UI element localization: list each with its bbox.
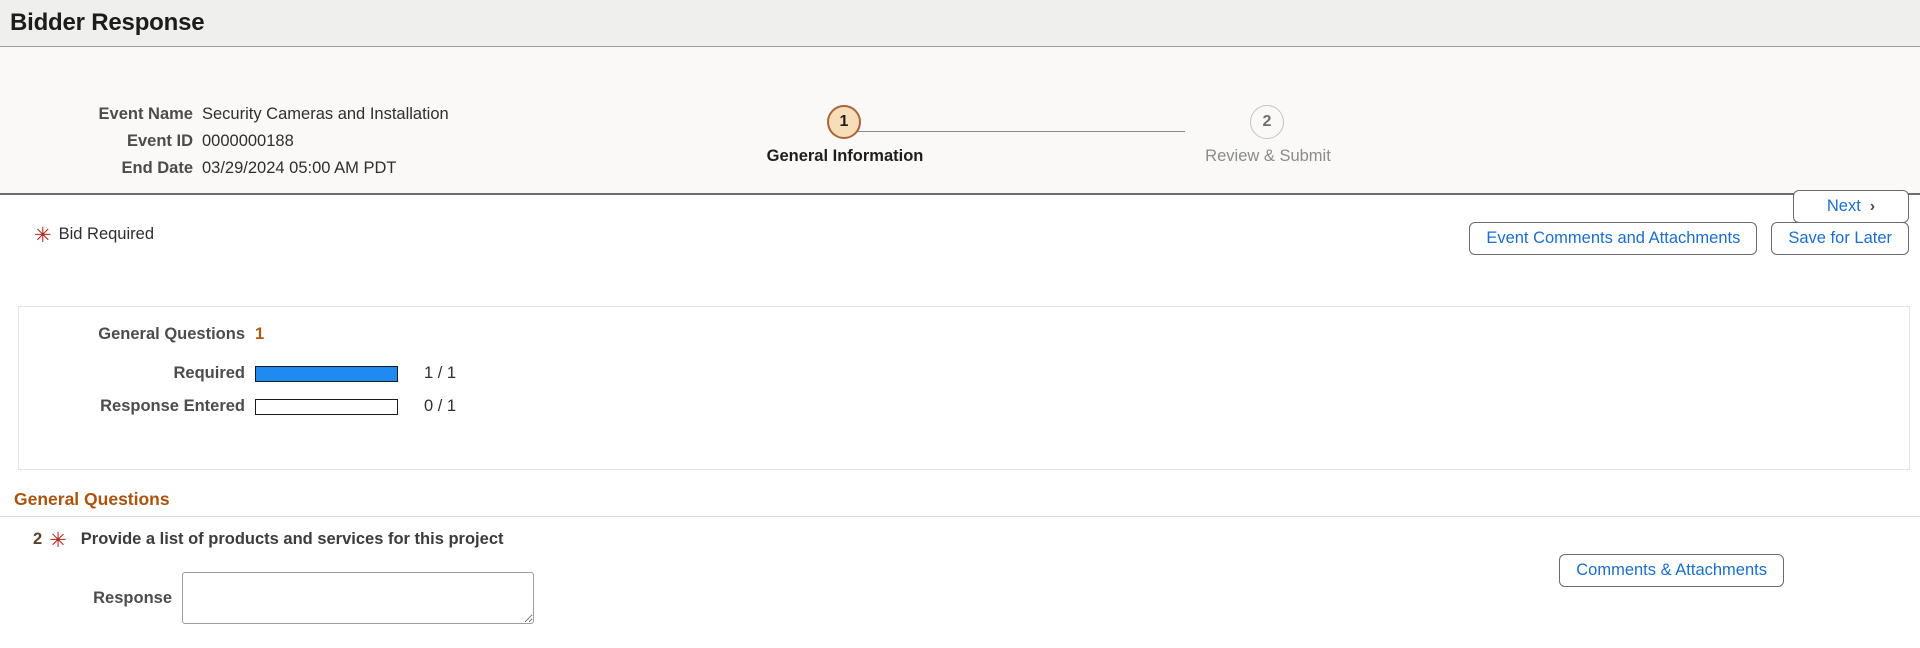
summary-required-label: Required	[173, 364, 245, 382]
page-title: Bidder Response	[10, 9, 205, 36]
general-questions-divider	[0, 516, 1920, 517]
event-info-row-name: Event Name Security Cameras and Installa…	[0, 101, 520, 128]
event-info-row-id: Event ID 0000000188	[0, 128, 520, 155]
event-name-label: Event Name	[98, 105, 193, 123]
end-date-value: 03/29/2024 05:00 AM PDT	[202, 159, 397, 177]
bid-required-notice: ✳ Bid Required	[34, 224, 154, 247]
end-date-label: End Date	[121, 159, 193, 177]
general-questions-summary-panel: General Questions 1 Required 1 / 1 Respo…	[18, 306, 1910, 470]
event-info-row-enddate: End Date 03/29/2024 05:00 AM PDT	[0, 155, 520, 182]
summary-question-count: 1	[255, 325, 265, 343]
summary-title-row: General Questions 1	[19, 318, 1909, 351]
question-row: 2 ✳ Provide a list of products and servi…	[33, 529, 504, 552]
stepper-connector-line	[830, 131, 1185, 132]
required-progress-fill	[256, 366, 397, 381]
required-progress-bar	[255, 365, 398, 382]
next-button-label: Next	[1826, 197, 1861, 215]
event-id-value: 0000000188	[202, 132, 294, 150]
summary-title-label: General Questions	[98, 325, 245, 343]
event-header-band: Event Name Security Cameras and Installa…	[0, 47, 1920, 223]
step-2-circle[interactable]: 2	[1250, 105, 1284, 139]
response-entered-progress-value: 0 / 1	[424, 397, 457, 415]
summary-required-row: Required 1 / 1	[19, 357, 1909, 390]
summary-response-entered-label: Response Entered	[100, 397, 245, 415]
required-progress-value: 1 / 1	[424, 364, 457, 382]
step-1-circle[interactable]: 1	[827, 105, 861, 139]
event-id-label: Event ID	[126, 132, 193, 150]
next-button-container: Next ›	[1793, 190, 1909, 223]
bid-required-label: Bid Required	[58, 225, 154, 243]
response-label: Response	[93, 588, 172, 607]
next-button[interactable]: Next ›	[1793, 190, 1909, 223]
page-titlebar: Bidder Response	[0, 0, 1920, 47]
comments-attachments-container: Comments & Attachments	[1559, 554, 1784, 587]
response-entered-progress-bar	[255, 398, 398, 415]
question-required-asterisk-icon: ✳	[49, 529, 67, 552]
general-questions-section-heading: General Questions	[14, 489, 170, 509]
save-for-later-button[interactable]: Save for Later	[1771, 222, 1909, 255]
event-comments-and-attachments-button[interactable]: Event Comments and Attachments	[1469, 222, 1758, 255]
step-2-label: Review & Submit	[1205, 147, 1331, 165]
event-name-value: Security Cameras and Installation	[202, 105, 449, 123]
summary-response-entered-row: Response Entered 0 / 1	[19, 390, 1909, 423]
question-number: 2	[33, 530, 43, 548]
question-text: Provide a list of products and services …	[80, 530, 504, 548]
progress-stepper: 1 General Information 2 Review & Submit	[760, 105, 1360, 185]
step-1-label: General Information	[766, 147, 924, 165]
response-row: Response	[0, 572, 534, 624]
header-action-buttons: Event Comments and Attachments Save for …	[1469, 222, 1909, 255]
event-info-block: Event Name Security Cameras and Installa…	[0, 101, 520, 182]
chevron-right-icon: ›	[1869, 197, 1876, 215]
required-asterisk-icon: ✳	[34, 224, 52, 247]
comments-and-attachments-button[interactable]: Comments & Attachments	[1559, 554, 1784, 587]
response-input[interactable]	[182, 572, 534, 624]
